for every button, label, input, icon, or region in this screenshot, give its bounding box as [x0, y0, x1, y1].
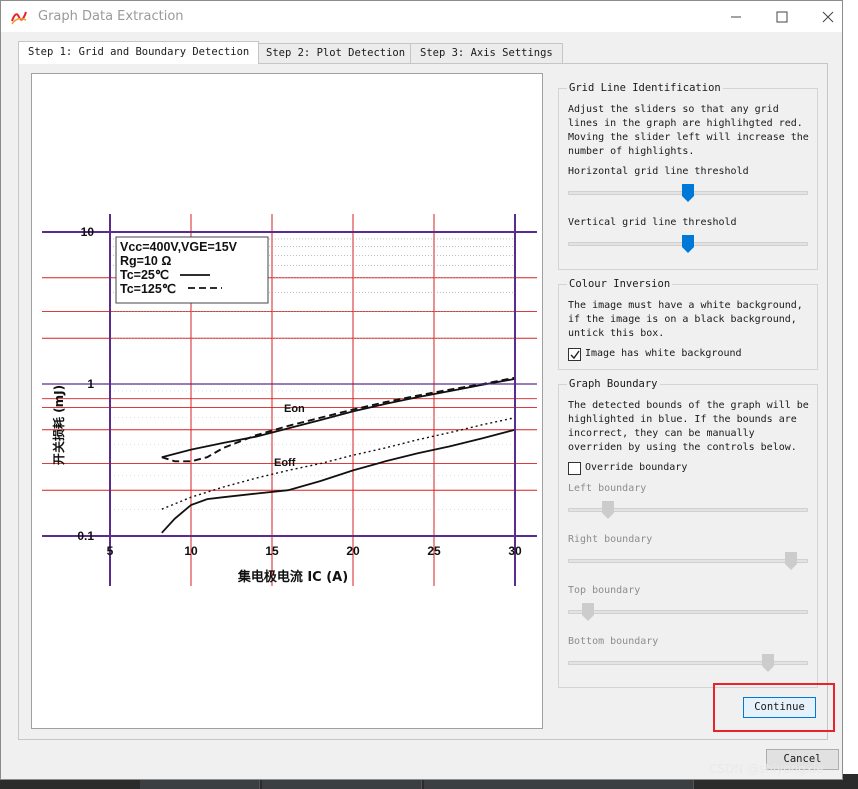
left-boundary-label: Left boundary — [568, 483, 647, 494]
boundary-description-1: The detected bounds of the graph will be — [568, 400, 809, 411]
left-boundary-slider[interactable] — [568, 501, 808, 519]
app-logo-icon — [11, 11, 27, 25]
colour-description-2: if the image is on a black background, — [568, 314, 797, 325]
graph-image-panel[interactable]: 10 1 0.1 5 10 15 20 25 30 Vcc=400V,VGE=15V Rg=10… — [31, 73, 543, 729]
y-tick-label: 1 — [87, 377, 94, 391]
bottom-boundary-slider[interactable] — [568, 654, 808, 672]
x-tick-label: 10 — [184, 544, 198, 558]
top-boundary-label: Top boundary — [568, 585, 641, 596]
tab-plot-detection[interactable]: Step 2: Plot Detection — [256, 43, 416, 63]
vertical-threshold-label: Vertical grid line threshold — [568, 217, 737, 228]
legend-line-3: Tc=25℃ — [120, 268, 169, 282]
boundary-description-2: highlighted in blue. If the bounds are — [568, 414, 797, 425]
series-line-eon-0 — [161, 378, 516, 459]
close-icon — [822, 11, 834, 22]
slider-handle[interactable] — [582, 603, 594, 621]
slider-handle[interactable] — [682, 184, 694, 202]
continue-button[interactable]: Continue — [743, 697, 816, 718]
minimize-button[interactable] — [713, 1, 759, 32]
slider-handle[interactable] — [785, 552, 797, 570]
maximize-button[interactable] — [759, 1, 805, 32]
colour-group-title: Colour Inversion — [567, 278, 673, 290]
y-axis-label: 开关损耗 (mJ) — [51, 385, 66, 465]
grid-group-title: Grid Line Identification — [567, 82, 723, 94]
csdn-watermark: CSDN @shiyongxie — [709, 762, 824, 776]
slider-handle[interactable] — [762, 654, 774, 672]
legend-line-4: Tc=125℃ — [120, 282, 176, 296]
x-tick-label: 25 — [427, 544, 441, 558]
vertical-threshold-slider[interactable] — [568, 235, 808, 253]
slider-handle[interactable] — [682, 235, 694, 253]
top-boundary-slider[interactable] — [568, 603, 808, 621]
graph-data-extraction-window: Graph Data Extraction Step 1: Grid and B… — [0, 0, 843, 780]
colour-description-1: The image must have a white background, — [568, 300, 803, 311]
tab-axis-settings[interactable]: Step 3: Axis Settings — [410, 43, 563, 63]
x-axis-label: 集电极电流 IC (A) — [237, 569, 348, 585]
boundary-description-4: overriden by using the controls below. — [568, 442, 797, 453]
bottom-boundary-label: Bottom boundary — [568, 636, 659, 647]
x-tick-label: 20 — [346, 544, 360, 558]
graph-boundary-group: Graph Boundary The detected bounds of th… — [558, 378, 818, 688]
boundary-group-title: Graph Boundary — [567, 378, 660, 390]
slider-handle[interactable] — [602, 501, 614, 519]
x-tick-label: 30 — [508, 544, 522, 558]
minimize-icon — [731, 16, 741, 17]
title-bar[interactable]: Graph Data Extraction — [1, 1, 842, 32]
override-boundary-checkbox[interactable] — [568, 461, 581, 475]
horizontal-threshold-slider[interactable] — [568, 184, 808, 202]
y-tick-label: 0.1 — [77, 529, 94, 543]
boundary-description-3: incorrect, they can be manually — [568, 428, 755, 439]
colour-inversion-group: Colour Inversion The image must have a w… — [558, 278, 818, 370]
maximize-icon — [776, 11, 788, 22]
tab-grid-and-boundary[interactable]: Step 1: Grid and Boundary Detection — [18, 41, 260, 64]
legend-line-2: Rg=10 Ω — [120, 254, 171, 268]
eon-label: Eon — [284, 403, 305, 415]
grid-description-2: lines in the graph are highlihgted red. — [568, 118, 803, 129]
checkmark-icon — [570, 350, 580, 359]
eoff-label: Eoff — [274, 457, 296, 469]
y-tick-label: 10 — [81, 225, 95, 239]
series-line-eon-1 — [161, 376, 516, 463]
grid-description-1: Adjust the sliders so that any grid — [568, 104, 779, 115]
grid-description-4: number of highlights. — [568, 146, 695, 157]
data-curves — [161, 376, 516, 534]
grid-description-3: Moving the slider left will increase the — [568, 132, 809, 143]
white-background-label: Image has white background — [585, 348, 742, 359]
override-boundary-checkbox-row[interactable]: Override boundary — [568, 461, 687, 475]
graph-image: 10 1 0.1 5 10 15 20 25 30 Vcc=400V,VGE=15V Rg=10… — [42, 214, 537, 586]
grid-line-group: Grid Line Identification Adjust the slid… — [558, 82, 818, 270]
x-tick-label: 15 — [265, 544, 279, 558]
white-background-checkbox[interactable] — [568, 347, 581, 361]
close-button[interactable] — [805, 1, 851, 32]
right-boundary-slider[interactable] — [568, 552, 808, 570]
white-background-checkbox-row[interactable]: Image has white background — [568, 347, 742, 361]
x-tick-label: 5 — [107, 544, 114, 558]
horizontal-threshold-label: Horizontal grid line threshold — [568, 166, 749, 177]
legend-line-1: Vcc=400V,VGE=15V — [120, 240, 238, 254]
right-boundary-label: Right boundary — [568, 534, 653, 545]
override-boundary-label: Override boundary — [585, 462, 688, 473]
colour-description-3: untick this box. — [568, 328, 665, 339]
window-title: Graph Data Extraction — [38, 9, 184, 24]
